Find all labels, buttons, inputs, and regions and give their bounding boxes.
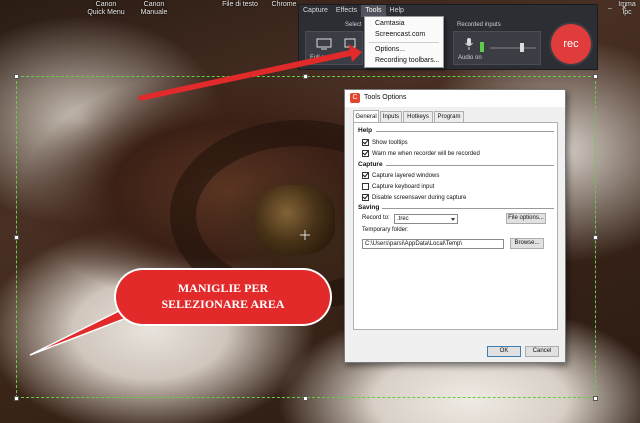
annotation-arrows: [29, 44, 362, 356]
callout-text: MANIGLIE PER SELEZIONARE AREA: [116, 280, 330, 312]
callout-line-1: MANIGLIE PER: [177, 281, 269, 295]
arrow-to-options-icon: [138, 44, 362, 101]
annotation-callout: MANIGLIE PER SELEZIONARE AREA: [116, 270, 330, 324]
callout-line-2: SELEZIONARE AREA: [161, 297, 285, 311]
